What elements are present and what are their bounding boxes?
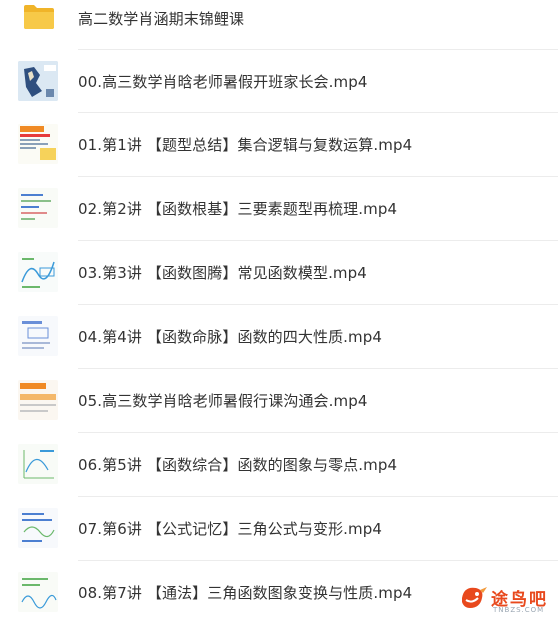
file-name: 03.第3讲 【函数图腾】常见函数模型.mp4 [78, 264, 367, 282]
file-name: 05.高三数学肖晗老师暑假行课沟通会.mp4 [78, 392, 368, 410]
bird-icon [462, 587, 487, 608]
file-name: 08.第7讲 【通法】三角函数图象变换与性质.mp4 [78, 584, 413, 602]
video-thumbnail [18, 380, 58, 420]
video-thumbnail [18, 508, 58, 548]
watermark-logo: 途鸟吧 TNBZS.COM [458, 578, 558, 620]
file-row-04[interactable]: 04.第4讲 【函数命脉】函数的四大性质.mp4 [0, 305, 558, 368]
video-thumbnail [18, 572, 58, 612]
file-row-01[interactable]: 01.第1讲 【题型总结】集合逻辑与复数运算.mp4 [0, 113, 558, 176]
file-name: 07.第6讲 【公式记忆】三角公式与变形.mp4 [78, 520, 383, 538]
folder-name: 高二数学肖涵期末锦鲤课 [78, 10, 245, 28]
video-thumbnail [18, 316, 58, 356]
file-row-06[interactable]: 06.第5讲 【函数综合】函数的图象与零点.mp4 [0, 433, 558, 496]
file-name: 02.第2讲 【函数根基】三要素题型再梳理.mp4 [78, 200, 398, 218]
video-thumbnail [18, 188, 58, 228]
file-row-02[interactable]: 02.第2讲 【函数根基】三要素题型再梳理.mp4 [0, 177, 558, 240]
video-thumbnail [18, 61, 58, 101]
file-row-00[interactable]: 00.高三数学肖晗老师暑假开班家长会.mp4 [0, 50, 558, 113]
video-thumbnail [18, 252, 58, 292]
file-row-03[interactable]: 03.第3讲 【函数图腾】常见函数模型.mp4 [0, 241, 558, 304]
video-thumbnail [18, 124, 58, 164]
video-thumbnail [18, 444, 58, 484]
file-name: 04.第4讲 【函数命脉】函数的四大性质.mp4 [78, 328, 383, 346]
folder-icon [24, 5, 54, 29]
file-row-05[interactable]: 05.高三数学肖晗老师暑假行课沟通会.mp4 [0, 369, 558, 432]
file-name: 01.第1讲 【题型总结】集合逻辑与复数运算.mp4 [78, 136, 413, 154]
file-name: 06.第5讲 【函数综合】函数的图象与零点.mp4 [78, 456, 398, 474]
watermark-subtext: TNBZS.COM [493, 606, 545, 614]
file-name: 00.高三数学肖晗老师暑假开班家长会.mp4 [78, 73, 368, 91]
file-row-07[interactable]: 07.第6讲 【公式记忆】三角公式与变形.mp4 [0, 497, 558, 560]
